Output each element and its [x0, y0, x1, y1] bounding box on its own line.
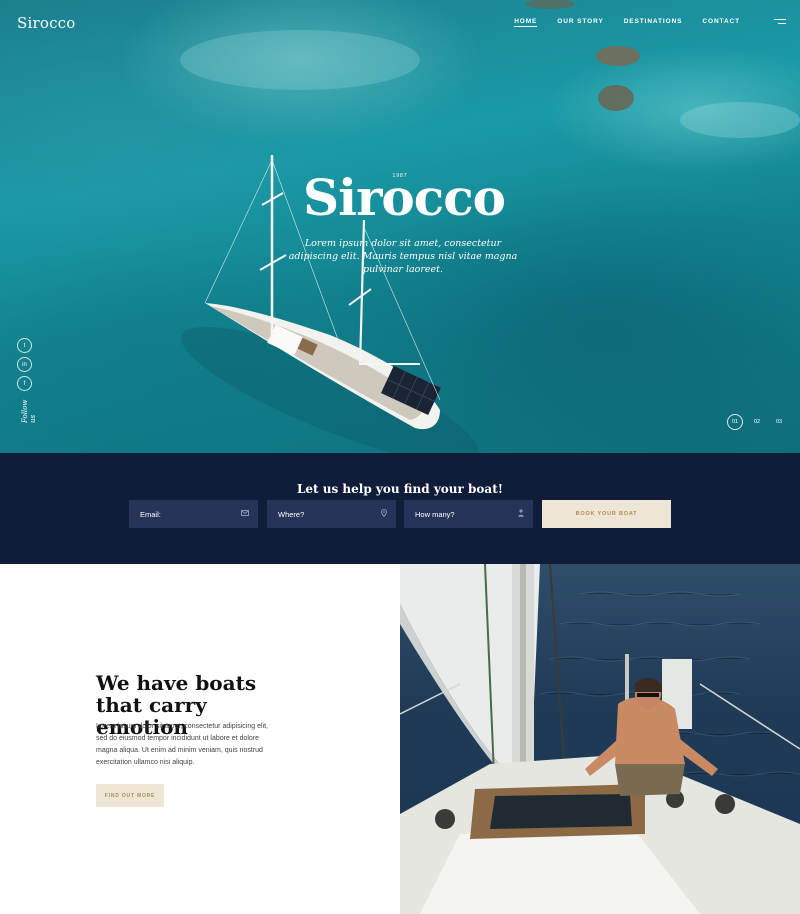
hamburger-icon[interactable] [774, 19, 786, 25]
hero-title: Sirocco [302, 168, 506, 227]
sailing-photo-image [400, 564, 800, 914]
booking-section: Let us help you find your boat! Email: W… [0, 453, 800, 564]
nav-item-contact[interactable]: CONTACT [702, 18, 740, 27]
pager-item-01[interactable]: 01 [727, 414, 743, 430]
twitter-icon[interactable]: t [17, 338, 32, 353]
email-field-label: Email: [140, 509, 161, 519]
how-many-field[interactable]: How many? [404, 500, 533, 528]
slider-pager: 01 02 03 [727, 414, 787, 430]
intro-text: Lorem ipsum dolor sit amet, consectetur … [96, 723, 268, 766]
book-your-boat-button[interactable]: BOOK YOUR BOAT [542, 500, 671, 528]
person-icon [518, 509, 524, 519]
where-field[interactable]: Where? [267, 500, 396, 528]
nav-item-our-story[interactable]: OUR STORY [557, 18, 603, 27]
pager-item-03[interactable]: 03 [771, 414, 787, 430]
nav-item-home[interactable]: HOME [514, 18, 538, 27]
email-field[interactable]: Email: [129, 500, 258, 528]
pager-item-02[interactable]: 02 [749, 414, 765, 430]
mail-icon [241, 510, 249, 518]
hero-section: Sirocco HOME OUR STORY DESTINATIONS CONT… [0, 0, 800, 453]
follow-us-label: Follow us [21, 399, 37, 423]
nav-item-destinations[interactable]: DESTINATIONS [624, 18, 683, 27]
social-links: t in f [17, 338, 32, 391]
how-many-field-label: How many? [415, 509, 455, 519]
hero-subtitle: Lorem ipsum dolor sit amet, consectetur … [288, 238, 518, 275]
sailing-photo [400, 564, 800, 914]
location-pin-icon [380, 509, 388, 519]
main-nav: HOME OUR STORY DESTINATIONS CONTACT [514, 18, 740, 27]
facebook-icon[interactable]: f [17, 376, 32, 391]
booking-title: Let us help you find your boat! [296, 482, 503, 496]
find-out-more-button[interactable]: FIND OUT MORE [96, 784, 164, 807]
site-logo[interactable]: Sirocco [17, 14, 76, 32]
intro-section: We have boats that carry emotion Lorem i… [0, 564, 400, 914]
where-field-label: Where? [278, 509, 305, 519]
linkedin-icon[interactable]: in [17, 357, 32, 372]
